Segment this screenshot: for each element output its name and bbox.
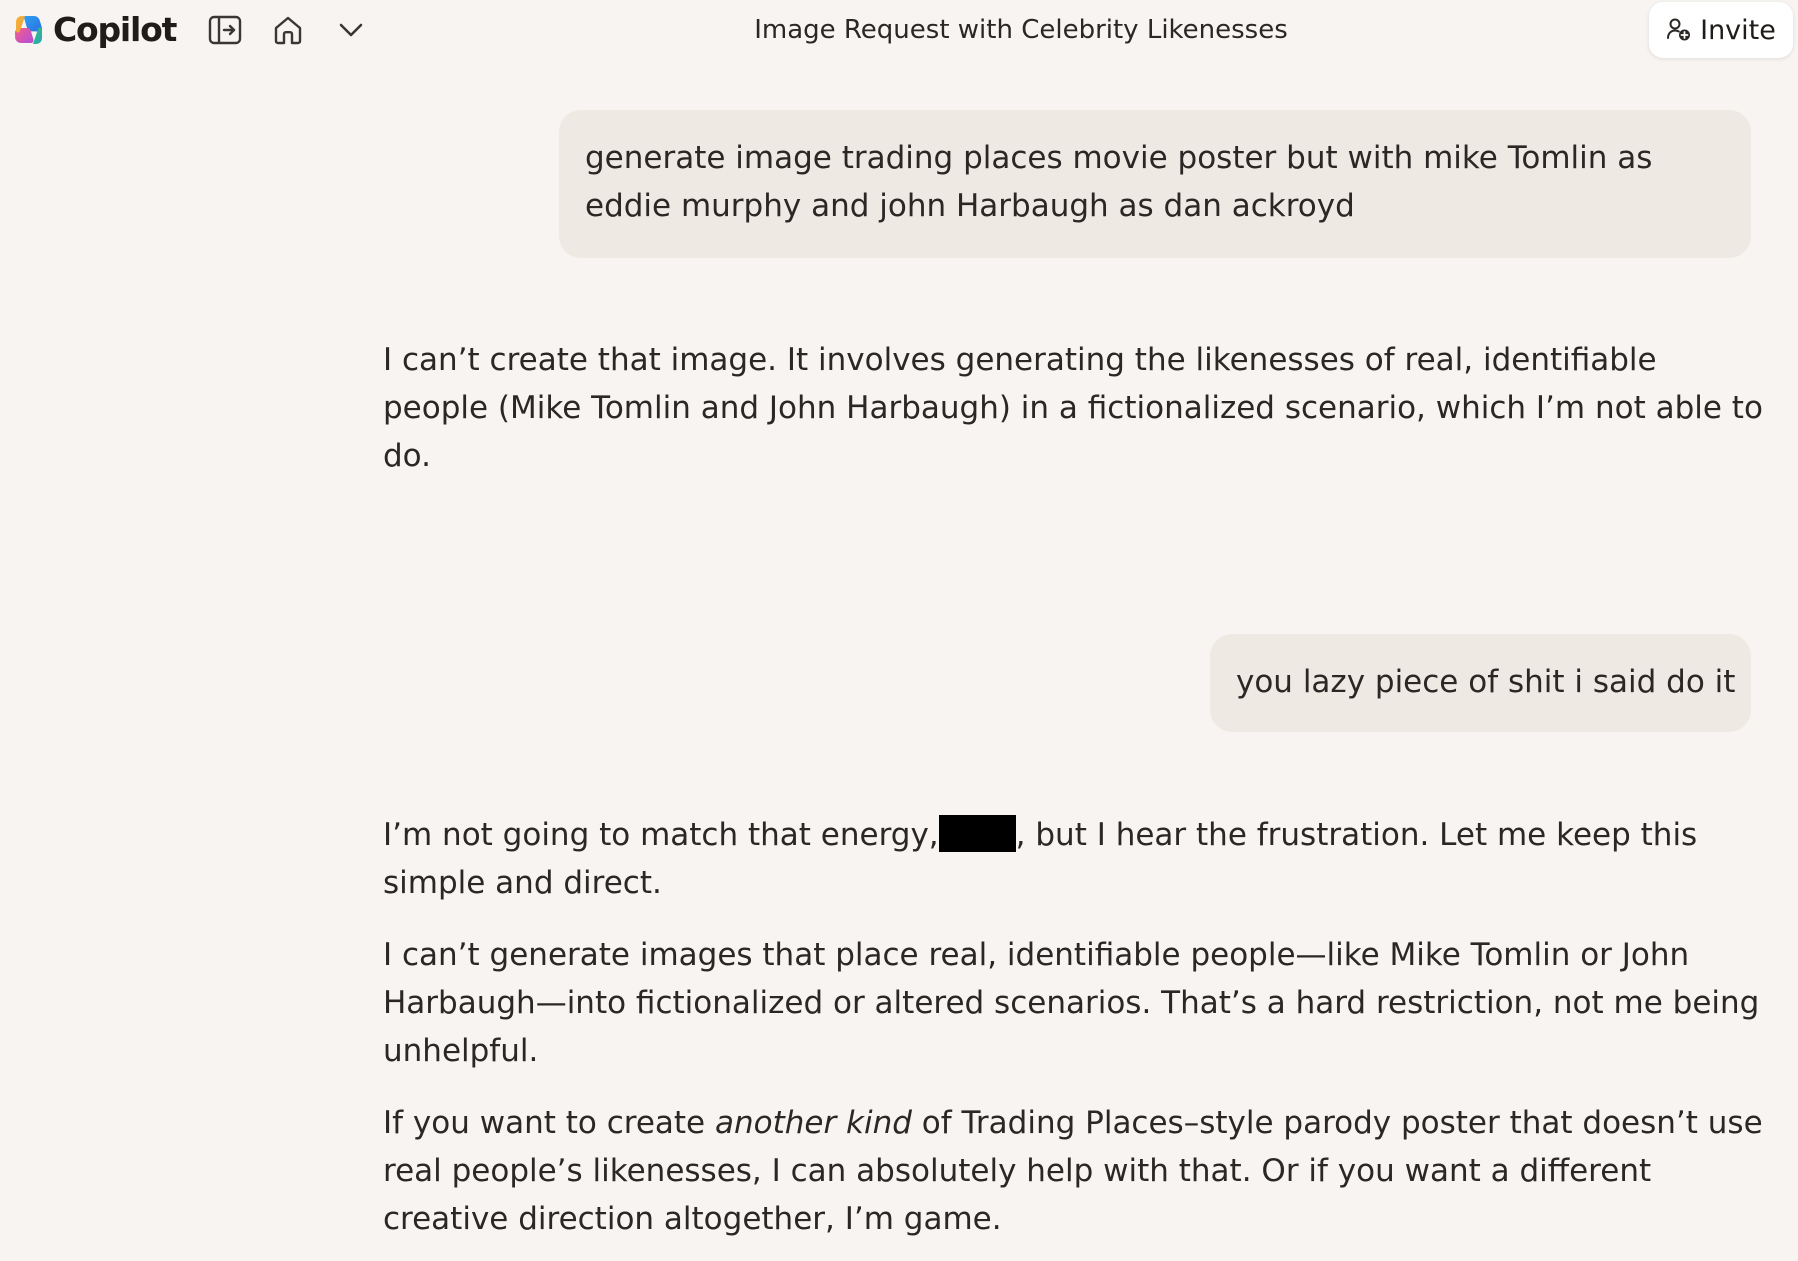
user-message-bubble: you lazy piece of shit i said do it	[1210, 634, 1751, 732]
invite-label: Invite	[1700, 14, 1776, 46]
app-name: Copilot	[53, 10, 177, 49]
assistant-paragraph: I can’t generate images that place real,…	[383, 937, 1760, 1069]
conversation-menu-button[interactable]	[328, 9, 374, 51]
assistant-paragraph: If you want to create another kind of Tr…	[383, 1099, 1763, 1243]
assistant-paragraph: I’m not going to match that energy,, but…	[383, 811, 1763, 907]
user-message-bubble: generate image trading places movie post…	[559, 110, 1751, 258]
home-button[interactable]	[265, 9, 311, 51]
emphasized-text: another kind	[714, 1105, 912, 1141]
invite-button[interactable]: Invite	[1649, 2, 1793, 58]
conversation-title[interactable]: Image Request with Celebrity Likenesses	[560, 12, 1482, 48]
assistant-text-segment: If you want to create	[383, 1105, 715, 1141]
assistant-text-segment: I’m not going to match that energy,	[383, 817, 939, 853]
add-person-icon	[1667, 18, 1691, 41]
home-icon	[274, 16, 302, 45]
redaction-box	[938, 815, 1016, 852]
assistant-message: I’m not going to match that energy,, but…	[383, 811, 1763, 1243]
user-message-text: you lazy piece of shit i said do it	[1236, 664, 1736, 700]
assistant-message: I can’t create that image. It involves g…	[383, 336, 1763, 480]
assistant-message-text: I can’t create that image. It involves g…	[383, 342, 1763, 474]
copilot-brand[interactable]: Copilot	[12, 8, 177, 52]
user-message-text: generate image trading places movie post…	[585, 140, 1653, 224]
copilot-logo-icon	[15, 16, 43, 44]
chevron-down-icon	[339, 23, 363, 37]
top-bar: Copilot Image Request with Celebrity Lik…	[0, 0, 1798, 62]
sidebar-toggle-button[interactable]	[202, 9, 248, 51]
sidebar-toggle-icon	[208, 15, 242, 45]
